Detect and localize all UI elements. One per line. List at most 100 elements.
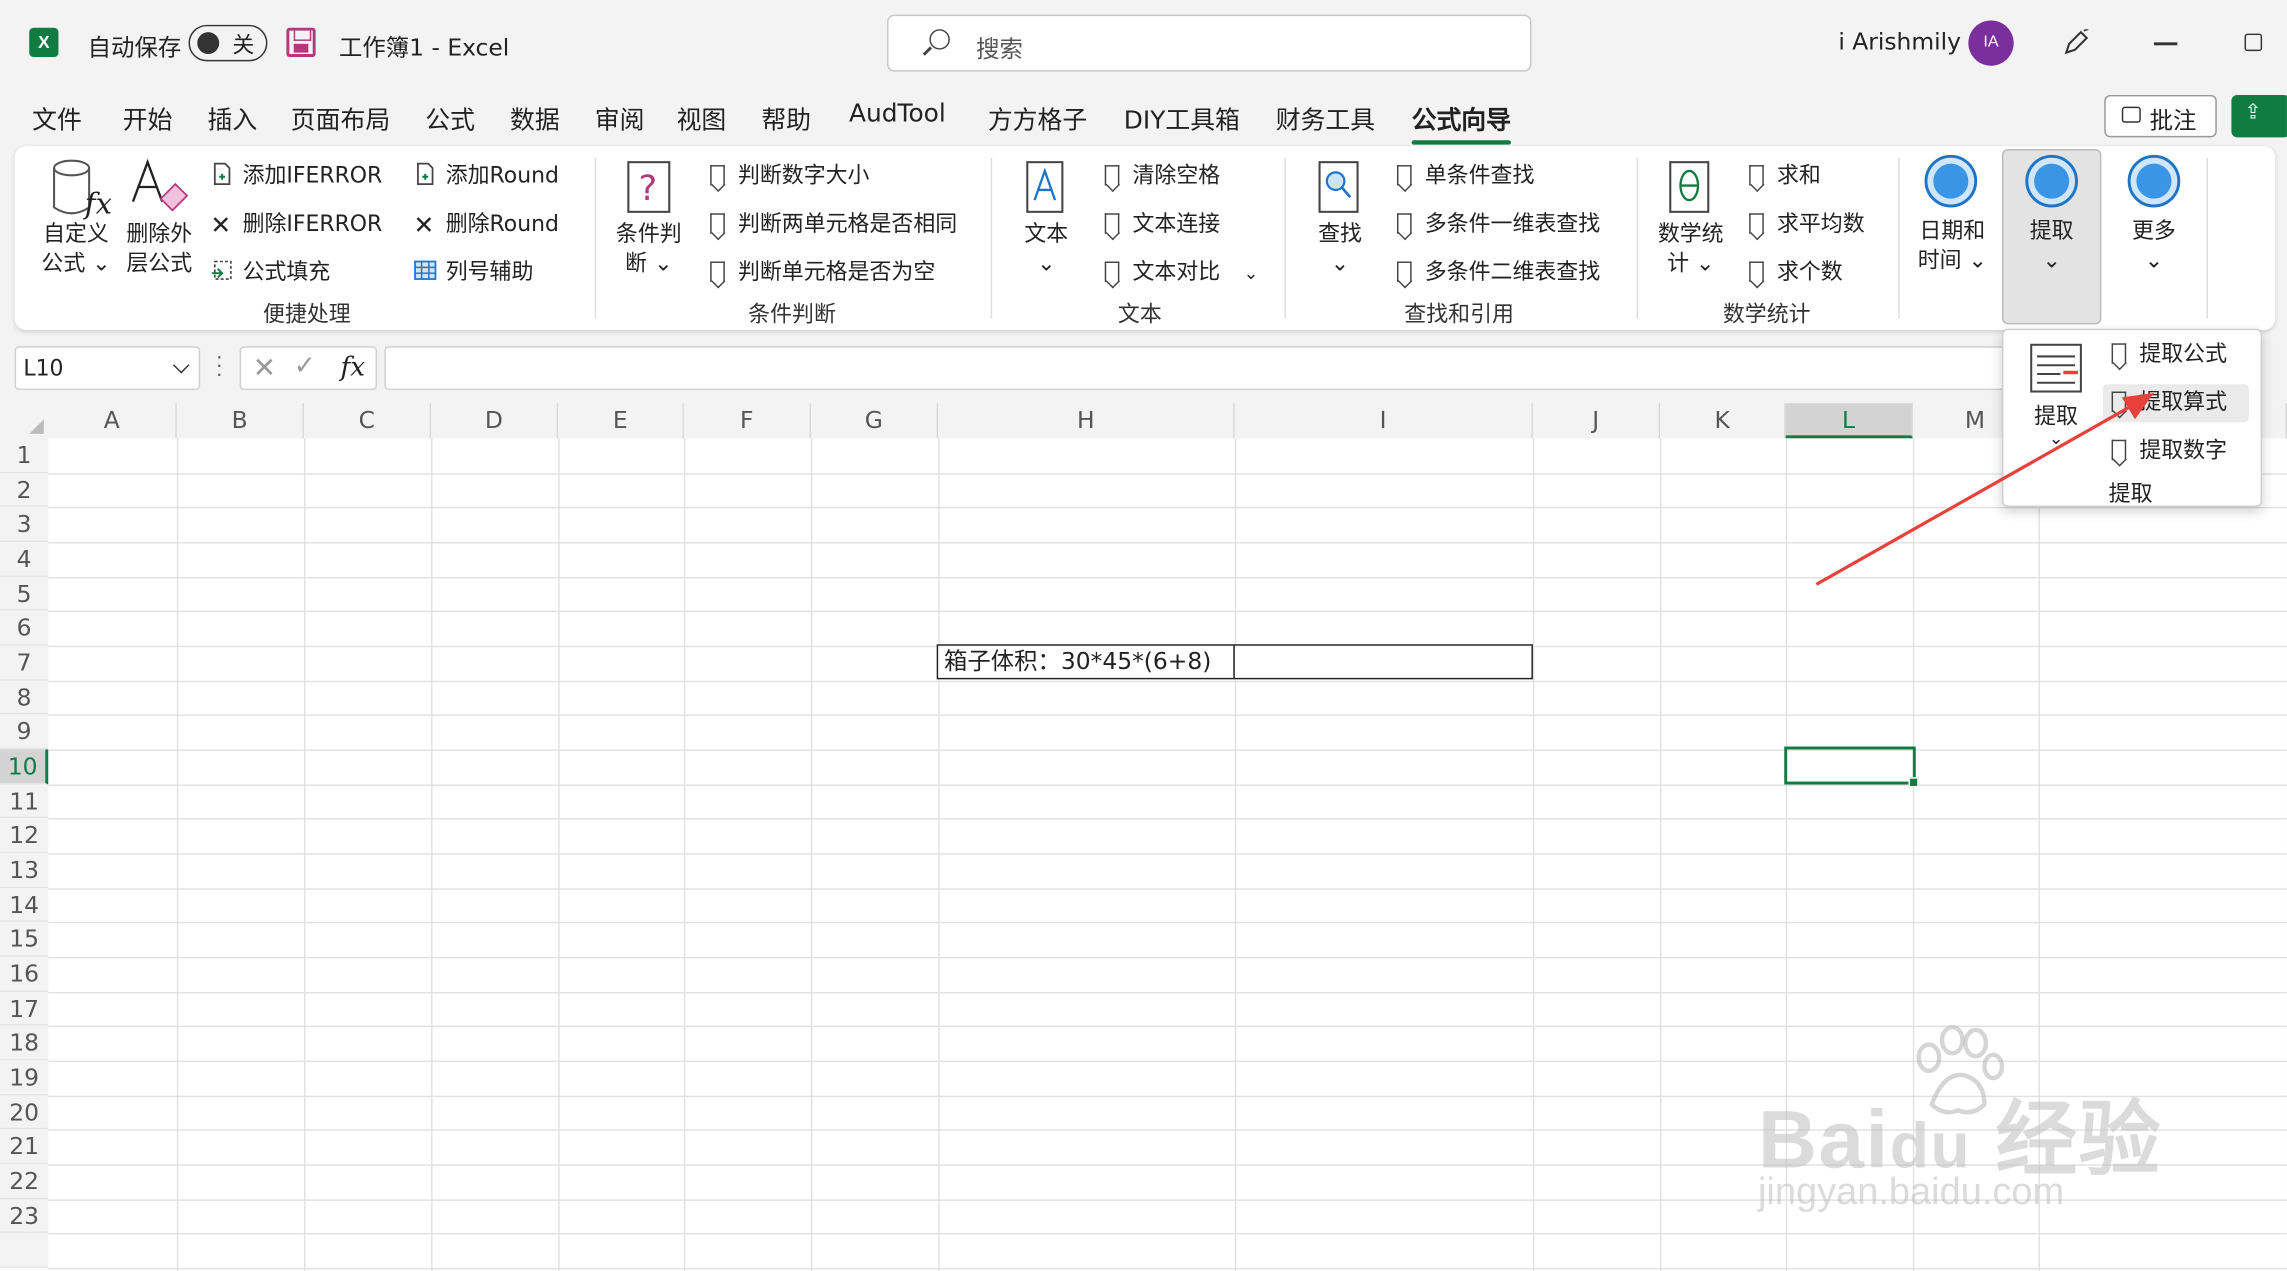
- row-header-18[interactable]: 18: [0, 1026, 49, 1061]
- row-header-9[interactable]: 9: [0, 714, 49, 750]
- search-input[interactable]: 搜索: [887, 14, 1532, 72]
- column-header-g[interactable]: G: [811, 403, 939, 439]
- judge-cells-same-button[interactable]: 判断两单元格是否相同: [710, 207, 957, 238]
- column-header-a[interactable]: A: [48, 403, 177, 439]
- tab-home[interactable]: 开始: [123, 99, 173, 136]
- row-header-14[interactable]: 14: [0, 887, 49, 923]
- tab-finance[interactable]: 财务工具: [1276, 99, 1375, 136]
- add-iferror-button[interactable]: 添加IFERROR: [210, 159, 382, 190]
- minimize-icon[interactable]: [2153, 42, 2178, 45]
- more-button[interactable]: 更多 ⌄: [2113, 216, 2195, 274]
- select-all-corner[interactable]: [0, 403, 49, 439]
- multi-1d-find-button[interactable]: 多条件一维表查找: [1397, 207, 1600, 238]
- row-header-15[interactable]: 15: [0, 922, 49, 957]
- row-header-2[interactable]: 2: [0, 472, 49, 508]
- delete-round-button[interactable]: ✕ 删除Round: [414, 207, 559, 238]
- extract-button[interactable]: 提取 ⌄: [2011, 216, 2093, 274]
- count-button[interactable]: 求个数: [1749, 256, 1843, 287]
- single-find-button[interactable]: 单条件查找: [1397, 159, 1534, 190]
- tab-file[interactable]: 文件: [32, 99, 82, 136]
- user-name[interactable]: i Arishmily: [1838, 28, 1961, 56]
- extract-formula-item[interactable]: 提取公式: [2111, 336, 2227, 374]
- delete-iferror-button[interactable]: ✕ 删除IFERROR: [210, 207, 382, 238]
- multi-1d-find-label: 多条件一维表查找: [1424, 210, 1601, 237]
- comment-button[interactable]: 批注: [2104, 94, 2217, 138]
- tab-formula-wizard[interactable]: 公式向导: [1411, 99, 1511, 145]
- multi-2d-find-button[interactable]: 多条件二维表查找: [1397, 256, 1600, 287]
- tab-help[interactable]: 帮助: [761, 99, 811, 136]
- text-join-button[interactable]: 文本连接: [1104, 207, 1220, 238]
- text-button[interactable]: 文本 ⌄: [1013, 219, 1080, 277]
- date-time-button[interactable]: 日期和 时间 ⌄: [1908, 216, 1996, 274]
- tab-view[interactable]: 视图: [677, 99, 727, 136]
- tab-audtool[interactable]: AudTool: [849, 99, 946, 128]
- row-header-17[interactable]: 17: [0, 991, 49, 1027]
- row-header-12[interactable]: 12: [0, 818, 49, 854]
- more-options-icon[interactable]: · · ·: [216, 349, 222, 386]
- cancel-icon[interactable]: ✕: [253, 352, 276, 384]
- avatar[interactable]: IA: [1968, 20, 2014, 66]
- column-header-i[interactable]: I: [1234, 403, 1533, 439]
- autosave-toggle[interactable]: 关: [188, 24, 268, 62]
- save-icon[interactable]: [286, 27, 316, 57]
- tab-data[interactable]: 数据: [510, 99, 560, 136]
- row-header-23[interactable]: 23: [0, 1199, 49, 1234]
- column-header-f[interactable]: F: [683, 403, 812, 439]
- delete-outer-button[interactable]: 删除外 层公式: [120, 219, 199, 277]
- row-header-20[interactable]: 20: [0, 1095, 49, 1130]
- row-header-22[interactable]: 22: [0, 1164, 49, 1199]
- column-helper-button[interactable]: 列号辅助: [414, 256, 533, 287]
- tab-fangfang[interactable]: 方方格子: [988, 99, 1087, 136]
- formula-input[interactable]: [384, 346, 2007, 391]
- row-header-3[interactable]: 3: [0, 507, 49, 542]
- row-header-16[interactable]: 16: [0, 956, 49, 992]
- share-button[interactable]: ⇪: [2231, 94, 2287, 138]
- average-button[interactable]: 求平均数: [1749, 207, 1865, 238]
- tab-diy-toolbox[interactable]: DIY工具箱: [1124, 99, 1240, 136]
- active-cell-l10[interactable]: [1784, 746, 1919, 788]
- column-header-c[interactable]: C: [303, 403, 432, 439]
- row-header-10[interactable]: 10: [0, 749, 49, 785]
- row-header-11[interactable]: 11: [0, 784, 49, 819]
- row-header-8[interactable]: 8: [0, 680, 49, 715]
- condition-button[interactable]: 条件判 断 ⌄: [608, 219, 690, 277]
- column-header-d[interactable]: D: [431, 403, 559, 439]
- column-header-b[interactable]: B: [176, 403, 304, 439]
- row-header-13[interactable]: 13: [0, 853, 49, 888]
- column-header-j[interactable]: J: [1532, 403, 1661, 439]
- delete-x-icon: ✕: [413, 211, 435, 242]
- column-header-e[interactable]: E: [558, 403, 684, 439]
- row-header-21[interactable]: 21: [0, 1129, 49, 1165]
- tab-page-layout[interactable]: 页面布局: [291, 99, 390, 136]
- tab-review[interactable]: 审阅: [595, 99, 645, 136]
- restore-icon[interactable]: [2244, 33, 2263, 52]
- custom-formula-button[interactable]: 自定义 公式 ⌄: [37, 219, 116, 277]
- sum-button[interactable]: 求和: [1749, 159, 1821, 190]
- add-round-button[interactable]: 添加Round: [414, 159, 559, 190]
- column-header-k[interactable]: K: [1660, 403, 1786, 439]
- tab-insert[interactable]: 插入: [208, 99, 258, 136]
- row-header-7[interactable]: 7: [0, 645, 49, 681]
- row-header-6[interactable]: 6: [0, 611, 49, 646]
- text-compare-button[interactable]: 文本对比 ⌄: [1104, 256, 1258, 287]
- row-header-1[interactable]: 1: [0, 438, 49, 473]
- find-button[interactable]: 查找 ⌄: [1306, 219, 1373, 277]
- row-header-4[interactable]: 4: [0, 541, 49, 577]
- column-header-h[interactable]: H: [938, 403, 1235, 439]
- cell-h7[interactable]: 箱子体积：30*45*(6+8): [936, 644, 1235, 680]
- row-header[interactable]: [0, 1233, 49, 1269]
- menu-bar: 文件 开始 插入 页面布局 公式 数据 审阅 视图 帮助 AudTool 方方格…: [0, 88, 2287, 146]
- row-header-19[interactable]: 19: [0, 1060, 49, 1096]
- insert-function-icon[interactable]: fx: [340, 352, 365, 383]
- pen-icon[interactable]: [2063, 29, 2089, 55]
- judge-number-size-button[interactable]: 判断数字大小: [710, 159, 869, 190]
- tab-formulas[interactable]: 公式: [425, 99, 475, 136]
- clear-space-button[interactable]: 清除空格: [1104, 159, 1220, 190]
- formula-fill-button[interactable]: 公式填充: [210, 256, 330, 287]
- math-stats-button[interactable]: 数学统 计 ⌄: [1651, 219, 1730, 277]
- name-box[interactable]: L10: [14, 346, 201, 391]
- enter-icon[interactable]: ✓: [294, 351, 316, 382]
- row-header-5[interactable]: 5: [0, 576, 49, 612]
- cell-i7[interactable]: [1233, 644, 1533, 680]
- judge-cell-empty-button[interactable]: 判断单元格是否为空: [710, 256, 935, 287]
